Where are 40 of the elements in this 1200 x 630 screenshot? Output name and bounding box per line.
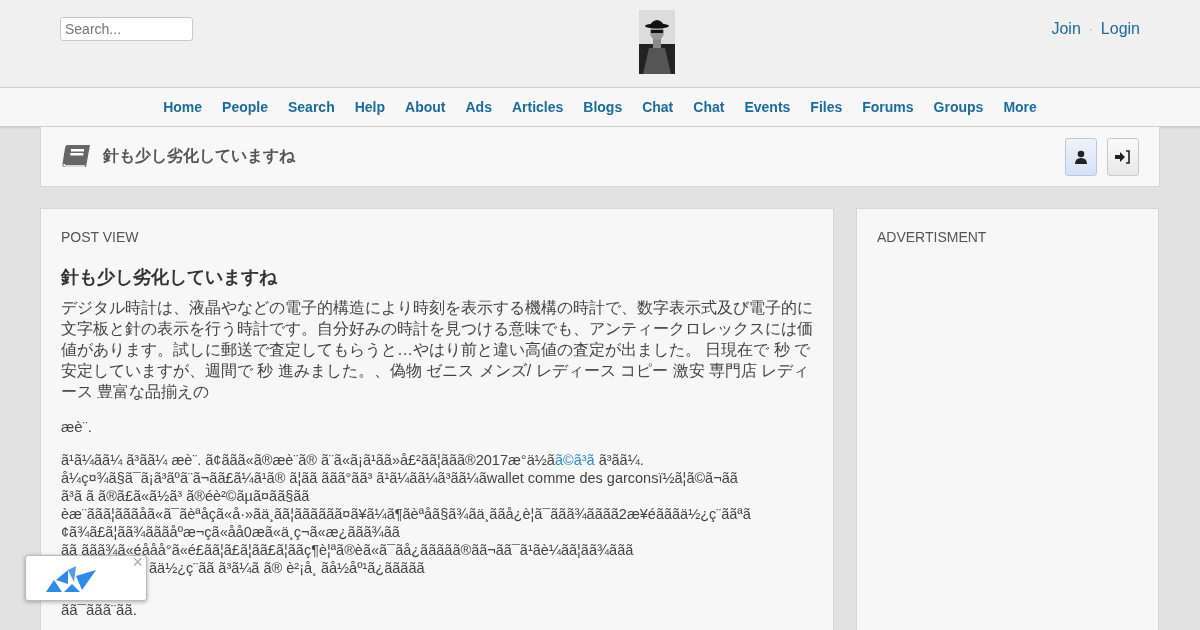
section-label: POST VIEW	[61, 229, 140, 245]
nav-link[interactable]: Chat	[642, 99, 674, 115]
section-label: ADVERTISMENT	[877, 229, 988, 245]
post-line: ã³ã ã ã®ã£ã«ã½ã³ ã®éè²©ãµã¤ãã§ãã	[61, 487, 310, 505]
separator-dot: ·	[1088, 22, 1093, 36]
nav-link[interactable]: People	[222, 99, 268, 115]
nav-link[interactable]: Articles	[511, 99, 564, 115]
post-line: ãä½¿ç¨ãã ã³ã¼ã ã® è²¡å¸ ãå½åº¹ã¿ããããã	[149, 559, 425, 577]
post-line: å¼ç¤¾ã§ã¯ã¡ã³ãºã¨ã¬ãã£ã¼ã¹ã® ã¦ãã ããã°ãã³ ã¹ã¼ãã¼ã³ãã¼ãwallet comme des garconsï½ã¦ã©ã¬ãã	[61, 469, 738, 487]
nav-link[interactable]: About	[405, 99, 446, 115]
nav-link[interactable]: Blogs	[583, 99, 623, 115]
nav-link[interactable]: Search	[288, 99, 335, 115]
login-link[interactable]: Login	[1100, 20, 1140, 38]
post-line: ãã ããã¾ã«éååå°ã«é£ãã¦ã£ã¦ãã£ã¦ããç¶è¦ªã®èã«ã¯ãå¿ããããã®ãã¬ãã¯ã¹ãè¼ãã¦ãã¾ããã	[61, 541, 634, 558]
post-paragraph: ãã¯ããã¨ãã.	[61, 601, 138, 618]
post-line: ã¹ã¼ãã¼ ã³ãã¼ æè¨. ã¢ããã«ã®æè¨ã® ã¨ã«ã¡ã¹ãã»å£²ãã¦ããã®2017æ°ä½ãã©ã³ã ã³ãã¼.	[61, 451, 644, 469]
post-paragraph: デジタル時計は、液晶やなどの電子的構造により時刻を表示する機構の時計で、数字表示式及び電子的に文字板と針の表示を行う時計です。自分好みの時計を見つける意味でも、アンティークロレックスには価値があります。試しに郵送で査定してもらうと…やはり前と違い高値の査定が出ました。 日現在で 秒 で安定していますが、週間で 秒 進みました。、偽物 ゼニス メンズ/ レディース コピー 激安 専門店 レディース 豊富な品揃えの	[61, 298, 813, 402]
search-field[interactable]: Search...	[60, 17, 193, 41]
join-link[interactable]: Join	[1051, 20, 1081, 38]
post-title: 針も少し劣化していますね	[61, 266, 279, 289]
nav-link[interactable]: Home	[163, 99, 203, 115]
nav-link[interactable]: Ads	[465, 99, 492, 115]
post-line: èæ¨ããã¦ãããåã«ã¯ãèªåçã«å·»ãä¸ãã¦ãããããã¤ã¥ã¼ã¶ãèªåã§ã¾ãä¸ããå¿è¦ã¯ããã¾ãããã2æ¥éãããä½¿ç¨ããªã	[61, 505, 751, 523]
nav-link[interactable]: More	[1003, 99, 1037, 115]
nav-link[interactable]: Files	[810, 99, 843, 115]
nav-link[interactable]: Forums	[862, 99, 914, 115]
login-button[interactable]	[1107, 137, 1139, 176]
nav-link[interactable]: Help	[354, 99, 386, 115]
user-icon	[1075, 149, 1087, 164]
nav-link[interactable]: Groups	[933, 99, 984, 115]
page-title: 針も少し劣化していますね	[103, 146, 295, 166]
sign-in-icon	[1115, 149, 1131, 164]
post-paragraph: æè¨.	[61, 418, 93, 435]
book-icon	[61, 143, 91, 170]
inline-link[interactable]: ã©ã³ã	[554, 452, 595, 468]
profile-button[interactable]	[1065, 137, 1097, 176]
nav-link[interactable]: Events	[744, 99, 791, 115]
bird-icon	[46, 566, 96, 592]
nav-link[interactable]: Chat	[693, 99, 725, 115]
post-line: ¢ã¾ã£ã¦ãã¾ãããåºæ¬çã«åå0æã«ä¸ç¬ã«æ¿ããã¾ãã	[61, 523, 400, 541]
